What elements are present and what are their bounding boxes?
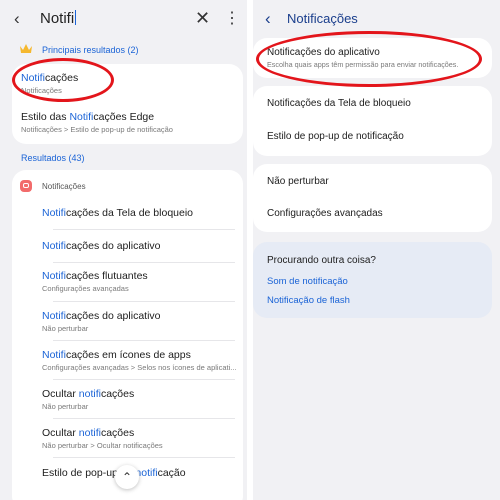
- result-title[interactable]: Notificações em ícones de apps: [42, 349, 191, 361]
- settings-item-advanced[interactable]: Configurações avançadas: [267, 208, 383, 219]
- top-results-heading: Principais resultados (2): [42, 45, 139, 55]
- results-heading: Resultados (43): [21, 153, 85, 163]
- result-title[interactable]: Notificações flutuantes: [42, 270, 148, 282]
- close-icon[interactable]: ✕: [195, 8, 210, 29]
- crown-icon: [20, 44, 32, 53]
- result-title[interactable]: Estilo de pop-up de notificação: [42, 467, 186, 479]
- suggestions-card: Procurando outra coisa? Som de notificaç…: [253, 242, 492, 318]
- results-app-label: Notificações: [42, 182, 86, 191]
- result-subtitle: Notificações > Estilo de pop-up de notif…: [21, 125, 173, 134]
- results-card: Notificações Notificações da Tela de blo…: [12, 170, 243, 500]
- text-cursor: [75, 10, 77, 25]
- result-subtitle: Notificações: [21, 86, 62, 95]
- back-arrow-icon[interactable]: ‹: [265, 9, 271, 29]
- result-subtitle: Não perturbar: [42, 324, 89, 333]
- divider: [53, 229, 235, 230]
- result-subtitle: Configurações avançadas > Selos nos ícon…: [42, 363, 237, 372]
- divider: [53, 418, 235, 419]
- result-subtitle: Configurações avançadas: [42, 284, 129, 293]
- settings-group-3: Não perturbar Configurações avançadas: [253, 164, 492, 232]
- settings-item-do-not-disturb[interactable]: Não perturbar: [267, 176, 329, 187]
- settings-group-2: Notificações da Tela de bloqueio Estilo …: [253, 86, 492, 156]
- settings-item-subtitle: Escolha quais apps têm permissão para en…: [267, 60, 459, 69]
- divider: [53, 379, 235, 380]
- search-results-panel: ‹ Notifi ✕ ⋮ Principais resultados (2) N…: [0, 0, 247, 500]
- notification-app-icon: [20, 180, 32, 192]
- result-title[interactable]: Notificações do aplicativo: [42, 310, 161, 322]
- result-subtitle: Não perturbar > Ocultar notificações: [42, 441, 163, 450]
- notifications-settings-panel: ‹ Notificações Notificações do aplicativ…: [253, 0, 500, 500]
- suggestions-heading: Procurando outra coisa?: [267, 255, 376, 266]
- divider: [53, 262, 235, 263]
- result-title[interactable]: Notificações da Tela de bloqueio: [42, 207, 193, 219]
- divider: [53, 457, 235, 458]
- result-title[interactable]: Ocultar notificações: [42, 427, 134, 439]
- result-title[interactable]: Estilo das Notificações Edge: [21, 111, 154, 123]
- divider: [53, 340, 235, 341]
- settings-item-popup-style[interactable]: Estilo de pop-up de notificação: [267, 131, 404, 142]
- suggestion-link[interactable]: Som de notificação: [267, 276, 348, 287]
- result-title[interactable]: Notificações: [21, 72, 78, 84]
- search-input[interactable]: Notifi: [40, 10, 77, 27]
- page-title: Notificações: [287, 11, 358, 26]
- scroll-to-top-button[interactable]: ⌃: [115, 465, 139, 489]
- result-title[interactable]: Notificações do aplicativo: [42, 240, 161, 252]
- result-subtitle: Não perturbar: [42, 402, 89, 411]
- suggestion-link[interactable]: Notificação de flash: [267, 295, 350, 306]
- more-options-icon[interactable]: ⋮: [224, 8, 240, 28]
- search-bar[interactable]: ‹ Notifi ✕ ⋮: [0, 0, 247, 38]
- top-results-card: Notificações Notificações Estilo das Not…: [12, 64, 243, 144]
- settings-group-1: Notificações do aplicativo Escolha quais…: [253, 38, 492, 78]
- divider: [53, 301, 235, 302]
- settings-item-lock-screen[interactable]: Notificações da Tela de bloqueio: [267, 98, 411, 109]
- result-title[interactable]: Ocultar notificações: [42, 388, 134, 400]
- back-arrow-icon[interactable]: ‹: [14, 9, 20, 29]
- settings-item-app-notifications[interactable]: Notificações do aplicativo: [267, 47, 380, 58]
